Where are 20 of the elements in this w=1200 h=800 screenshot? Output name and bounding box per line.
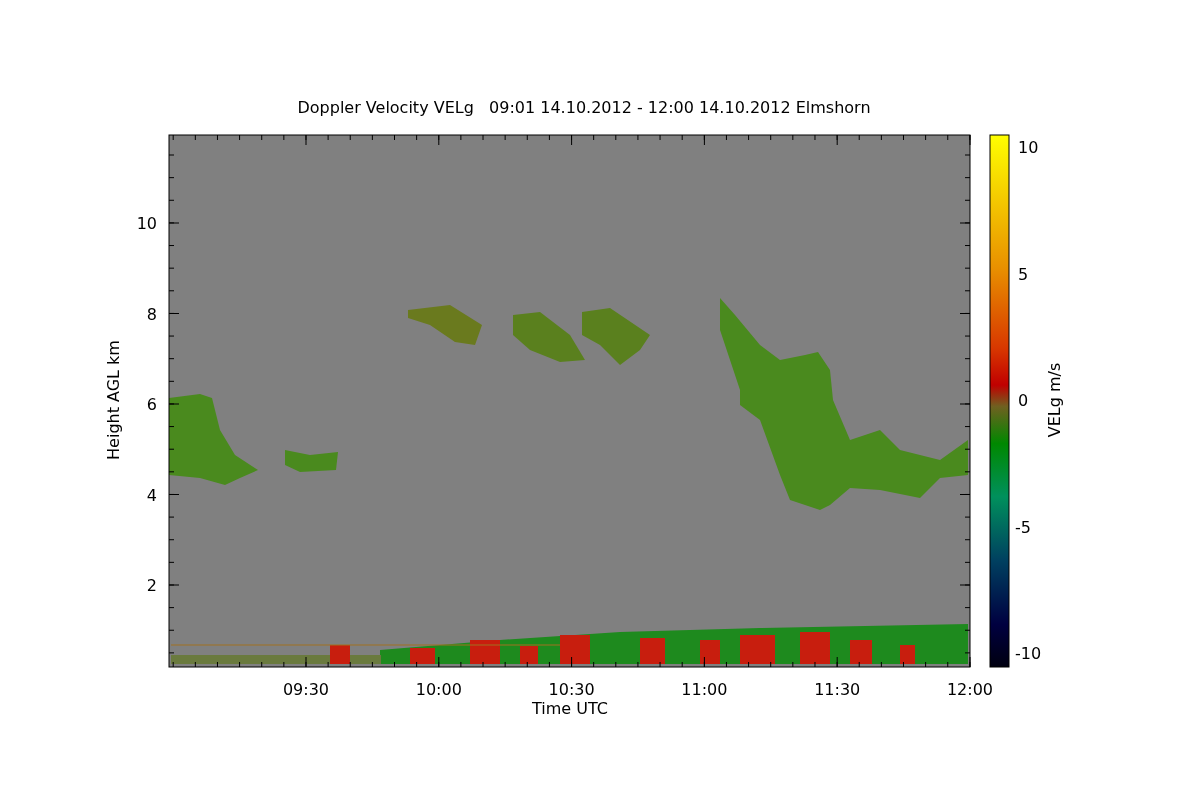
x-axis-label: Time UTC: [532, 699, 608, 718]
y-tick-label: 8: [146, 304, 157, 324]
colorbar-tick-label: -10: [1015, 644, 1042, 663]
x-tick-label: 09:30: [282, 680, 330, 699]
y-tick-label: 4: [146, 485, 157, 505]
colorbar-tick-label: 0: [1018, 391, 1029, 410]
y-tick-label: 6: [146, 395, 157, 414]
colorbar-tick-label: -5: [1015, 517, 1031, 537]
x-tick-label: 12:00: [946, 680, 994, 699]
chart-title: Doppler Velocity VELg 09:01 14.10.2012 - 12:00 14.10.2012 Elmshorn: [297, 98, 871, 117]
colorbar-tick-label: 10: [1018, 138, 1039, 157]
y-tick-label: 10: [136, 214, 157, 233]
x-tick-label: 11:00: [681, 680, 728, 699]
x-tick-label: 10:00: [415, 680, 462, 699]
colorbar-label: VELg m/s: [1045, 362, 1064, 438]
colorbar-tick-label: 5: [1018, 264, 1029, 284]
y-axis-label: Height AGL km: [104, 340, 123, 460]
y-tick-label: 2: [146, 576, 157, 595]
x-tick-label: 10:30: [548, 680, 595, 699]
x-tick-label: 11:30: [814, 680, 861, 699]
